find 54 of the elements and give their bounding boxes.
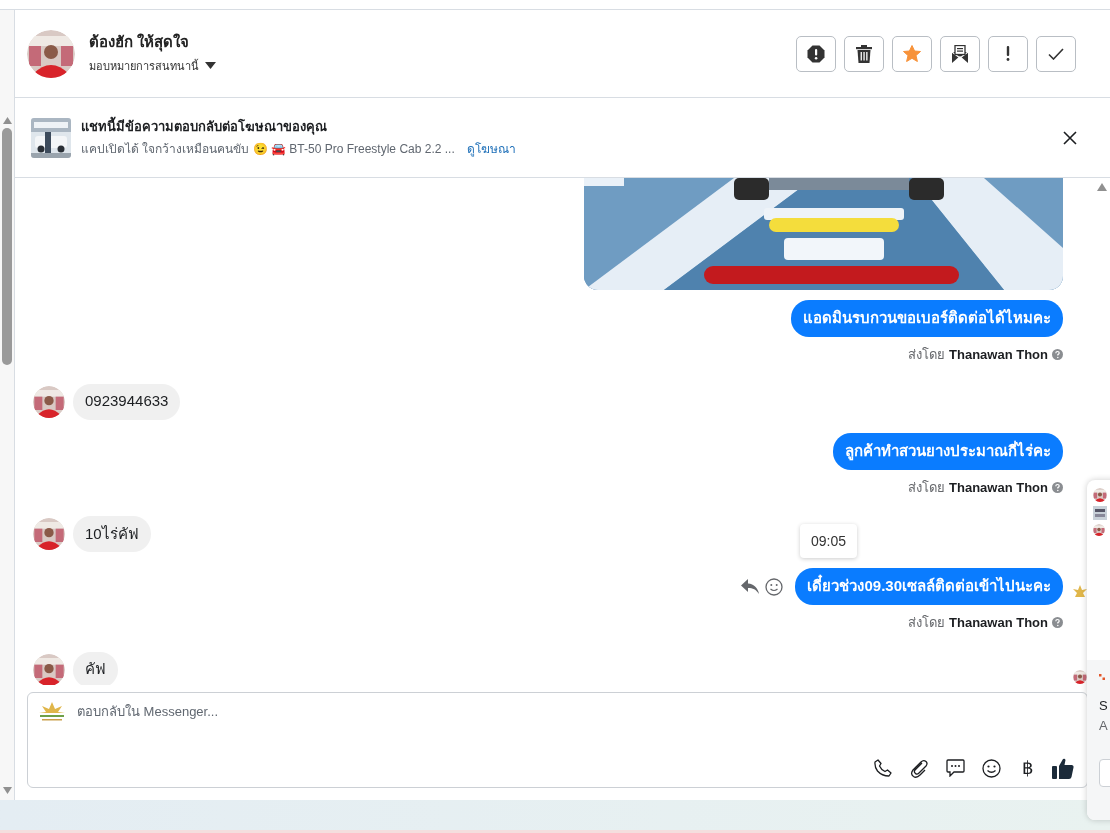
ad-caption: แคปเปิดได้ ใจกว้างเหมือนคนขับ 😉 🚘 BT-50 Pro Freestyle Cab 2.2 ... [81,140,455,158]
exclamation-icon [1006,46,1010,61]
contact-name: ต้องฮัก ให้สุดใจ [89,32,191,54]
like-button[interactable] [1052,757,1074,779]
alert-octagon-icon [807,44,825,63]
message-bubble: แอดมินรบกวนขอเบอร์ติดต่อได้ไหมคะ [791,300,1063,337]
assign-dropdown[interactable]: มอบหมายการสนทนานี้ [89,57,216,74]
contact-avatar [1093,488,1107,502]
sent-by-label: ส่งโดย [908,614,946,632]
contact-avatar [1093,524,1105,536]
app-icon [1099,674,1105,680]
checkmark-icon [1048,47,1064,60]
sender-avatar [33,518,65,550]
help-icon [1052,481,1063,493]
panel-text: A [1099,716,1109,735]
trash-icon [856,44,872,63]
contact-avatar [27,29,75,78]
saved-replies-button[interactable] [944,757,966,779]
caret-icon [205,62,216,70]
sender-name: Thanawan Thon [949,478,1048,497]
message-bubble: 0923944633 [73,383,181,420]
payment-button[interactable]: ฿ [1016,757,1038,779]
help-icon [1052,349,1063,361]
sender-avatar [33,385,65,418]
scroll-up-icon[interactable] [3,117,12,124]
spam-button[interactable] [796,35,836,72]
scroll-up-icon[interactable] [1097,183,1107,191]
delete-button[interactable] [844,35,884,72]
open-envelope-icon [951,44,969,63]
reply-field[interactable]: ตอบกลับใน Messenger... [77,702,1078,722]
panel-text: S [1099,697,1109,715]
emoji-button[interactable] [980,757,1002,779]
attach-button[interactable] [908,757,930,779]
star-button[interactable] [892,35,932,72]
page-logo-icon [37,701,67,723]
message-bubble: ลูกค้าทำสวนยางประมาณกี่ไร่คะ [833,432,1063,470]
sender-name: Thanawan Thon [949,614,1048,632]
ad-reply-title: แชทนี้มีข้อความตอบกลับต่อโฆษณาของคุณ [81,117,516,137]
message-bubble: เดี๋ยวช่วง09.30เซลล์ติดต่อเข้าไปนะคะ [795,568,1063,605]
sender-avatar [33,653,65,685]
scroll-down-icon[interactable] [3,787,12,794]
scrollbar-thumb[interactable] [2,128,12,365]
sent-by-label: ส่งโดย [908,346,946,364]
time-tooltip: 09:05 [799,524,857,558]
help-icon [1052,617,1063,629]
call-button[interactable] [872,757,894,779]
message-bubble: คัฟ [73,651,118,685]
message-bubble: 10ไร่คัฟ [73,516,151,552]
reply-icon[interactable] [741,579,760,594]
emoji-icon[interactable] [765,577,784,596]
mark-unread-button[interactable] [940,35,980,72]
view-ad-link[interactable]: ดูโฆษณา [466,139,516,158]
sender-name: Thanawan Thon [949,346,1048,364]
sent-by-label: ส่งโดย [908,478,946,497]
